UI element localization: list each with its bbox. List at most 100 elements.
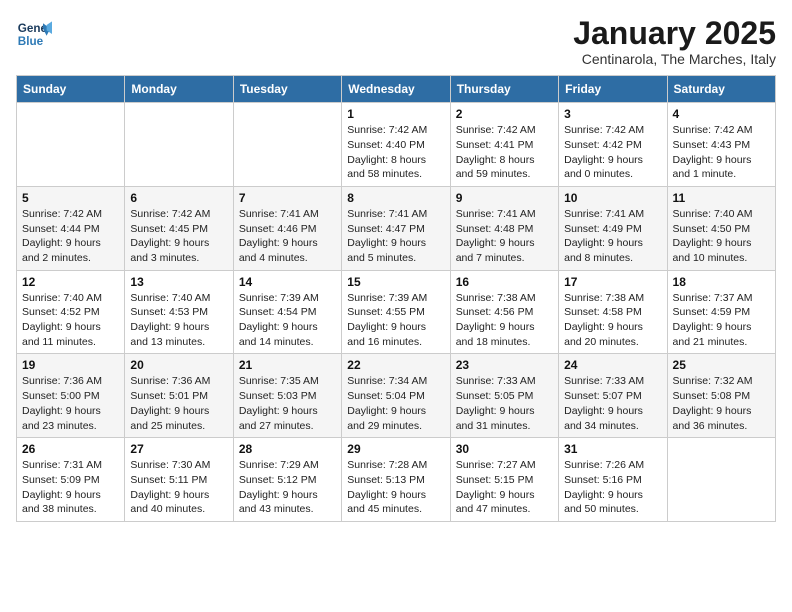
day-number: 16 [456,275,553,289]
day-number: 7 [239,191,336,205]
col-header-tuesday: Tuesday [233,76,341,103]
day-info: Sunrise: 7:38 AM Sunset: 4:56 PM Dayligh… [456,291,553,350]
day-number: 14 [239,275,336,289]
calendar-cell: 14 Sunrise: 7:39 AM Sunset: 4:54 PM Dayli… [233,270,341,354]
day-info: Sunrise: 7:36 AM Sunset: 5:00 PM Dayligh… [22,374,119,433]
week-row-2: 5 Sunrise: 7:42 AM Sunset: 4:44 PM Daylig… [17,186,776,270]
calendar-cell: 7 Sunrise: 7:41 AM Sunset: 4:46 PM Daylig… [233,186,341,270]
day-info: Sunrise: 7:41 AM Sunset: 4:46 PM Dayligh… [239,207,336,266]
calendar-cell: 20 Sunrise: 7:36 AM Sunset: 5:01 PM Dayli… [125,354,233,438]
col-header-saturday: Saturday [667,76,775,103]
day-number: 31 [564,442,661,456]
calendar-cell [17,103,125,187]
day-info: Sunrise: 7:41 AM Sunset: 4:49 PM Dayligh… [564,207,661,266]
day-number: 19 [22,358,119,372]
day-number: 30 [456,442,553,456]
day-number: 22 [347,358,444,372]
day-info: Sunrise: 7:28 AM Sunset: 5:13 PM Dayligh… [347,458,444,517]
logo-icon: General Blue [16,16,52,52]
calendar-cell: 23 Sunrise: 7:33 AM Sunset: 5:05 PM Dayli… [450,354,558,438]
calendar-cell: 17Sunrise: 7:38 AM Sunset: 4:58 PM Dayli… [559,270,667,354]
day-info: Sunrise: 7:35 AM Sunset: 5:03 PM Dayligh… [239,374,336,433]
header-row: SundayMondayTuesdayWednesdayThursdayFrid… [17,76,776,103]
day-number: 11 [673,191,770,205]
calendar-cell: 25 Sunrise: 7:32 AM Sunset: 5:08 PM Dayli… [667,354,775,438]
calendar-cell: 29 Sunrise: 7:28 AM Sunset: 5:13 PM Dayli… [342,438,450,522]
day-number: 10 [564,191,661,205]
page-header: General Blue January 2025 Centinarola, T… [16,16,776,67]
week-row-1: 1 Sunrise: 7:42 AM Sunset: 4:40 PM Daylig… [17,103,776,187]
day-info: Sunrise: 7:42 AM Sunset: 4:40 PM Dayligh… [347,123,444,182]
calendar-cell: 8 Sunrise: 7:41 AM Sunset: 4:47 PM Daylig… [342,186,450,270]
day-number: 3 [564,107,661,121]
day-info: Sunrise: 7:37 AM Sunset: 4:59 PM Dayligh… [673,291,770,350]
calendar-cell: 2Sunrise: 7:42 AM Sunset: 4:41 PM Daylig… [450,103,558,187]
day-number: 12 [22,275,119,289]
calendar-cell: 3Sunrise: 7:42 AM Sunset: 4:42 PM Daylig… [559,103,667,187]
calendar-body: 1 Sunrise: 7:42 AM Sunset: 4:40 PM Daylig… [17,103,776,522]
calendar-cell: 26Sunrise: 7:31 AM Sunset: 5:09 PM Dayli… [17,438,125,522]
calendar-cell: 4 Sunrise: 7:42 AM Sunset: 4:43 PM Daylig… [667,103,775,187]
calendar-cell: 28 Sunrise: 7:29 AM Sunset: 5:12 PM Dayli… [233,438,341,522]
calendar-cell: 27 Sunrise: 7:30 AM Sunset: 5:11 PM Dayli… [125,438,233,522]
calendar-cell: 13 Sunrise: 7:40 AM Sunset: 4:53 PM Dayli… [125,270,233,354]
calendar-cell: 22 Sunrise: 7:34 AM Sunset: 5:04 PM Dayli… [342,354,450,438]
day-info: Sunrise: 7:41 AM Sunset: 4:47 PM Dayligh… [347,207,444,266]
day-info: Sunrise: 7:40 AM Sunset: 4:52 PM Dayligh… [22,291,119,350]
day-number: 29 [347,442,444,456]
day-info: Sunrise: 7:29 AM Sunset: 5:12 PM Dayligh… [239,458,336,517]
day-info: Sunrise: 7:38 AM Sunset: 4:58 PM Dayligh… [564,291,661,350]
day-number: 1 [347,107,444,121]
calendar-cell [233,103,341,187]
week-row-3: 12 Sunrise: 7:40 AM Sunset: 4:52 PM Dayli… [17,270,776,354]
day-number: 5 [22,191,119,205]
calendar-cell: 16 Sunrise: 7:38 AM Sunset: 4:56 PM Dayli… [450,270,558,354]
week-row-5: 26Sunrise: 7:31 AM Sunset: 5:09 PM Dayli… [17,438,776,522]
calendar-cell: 10 Sunrise: 7:41 AM Sunset: 4:49 PM Dayli… [559,186,667,270]
calendar-header: SundayMondayTuesdayWednesdayThursdayFrid… [17,76,776,103]
calendar-cell: 21 Sunrise: 7:35 AM Sunset: 5:03 PM Dayli… [233,354,341,438]
month-title: January 2025 [573,16,776,51]
calendar-cell: 5 Sunrise: 7:42 AM Sunset: 4:44 PM Daylig… [17,186,125,270]
day-number: 4 [673,107,770,121]
day-info: Sunrise: 7:42 AM Sunset: 4:45 PM Dayligh… [130,207,227,266]
day-number: 20 [130,358,227,372]
day-info: Sunrise: 7:33 AM Sunset: 5:05 PM Dayligh… [456,374,553,433]
day-info: Sunrise: 7:39 AM Sunset: 4:54 PM Dayligh… [239,291,336,350]
calendar-cell: 9 Sunrise: 7:41 AM Sunset: 4:48 PM Daylig… [450,186,558,270]
day-info: Sunrise: 7:31 AM Sunset: 5:09 PM Dayligh… [22,458,119,517]
day-info: Sunrise: 7:42 AM Sunset: 4:44 PM Dayligh… [22,207,119,266]
day-info: Sunrise: 7:33 AM Sunset: 5:07 PM Dayligh… [564,374,661,433]
calendar-cell: 19 Sunrise: 7:36 AM Sunset: 5:00 PM Dayli… [17,354,125,438]
day-number: 9 [456,191,553,205]
day-info: Sunrise: 7:40 AM Sunset: 4:53 PM Dayligh… [130,291,227,350]
calendar-cell: 18 Sunrise: 7:37 AM Sunset: 4:59 PM Dayli… [667,270,775,354]
day-info: Sunrise: 7:30 AM Sunset: 5:11 PM Dayligh… [130,458,227,517]
col-header-sunday: Sunday [17,76,125,103]
col-header-wednesday: Wednesday [342,76,450,103]
day-info: Sunrise: 7:39 AM Sunset: 4:55 PM Dayligh… [347,291,444,350]
calendar-cell: 31 Sunrise: 7:26 AM Sunset: 5:16 PM Dayli… [559,438,667,522]
day-info: Sunrise: 7:42 AM Sunset: 4:43 PM Dayligh… [673,123,770,182]
col-header-friday: Friday [559,76,667,103]
day-number: 28 [239,442,336,456]
day-info: Sunrise: 7:32 AM Sunset: 5:08 PM Dayligh… [673,374,770,433]
day-number: 23 [456,358,553,372]
calendar-cell: 11Sunrise: 7:40 AM Sunset: 4:50 PM Dayli… [667,186,775,270]
day-number: 13 [130,275,227,289]
day-info: Sunrise: 7:41 AM Sunset: 4:48 PM Dayligh… [456,207,553,266]
day-number: 21 [239,358,336,372]
day-number: 25 [673,358,770,372]
day-number: 6 [130,191,227,205]
location-subtitle: Centinarola, The Marches, Italy [573,51,776,67]
day-number: 27 [130,442,227,456]
calendar-table: SundayMondayTuesdayWednesdayThursdayFrid… [16,75,776,522]
day-info: Sunrise: 7:36 AM Sunset: 5:01 PM Dayligh… [130,374,227,433]
day-number: 18 [673,275,770,289]
day-number: 8 [347,191,444,205]
day-info: Sunrise: 7:26 AM Sunset: 5:16 PM Dayligh… [564,458,661,517]
day-info: Sunrise: 7:42 AM Sunset: 4:41 PM Dayligh… [456,123,553,182]
col-header-thursday: Thursday [450,76,558,103]
col-header-monday: Monday [125,76,233,103]
day-info: Sunrise: 7:34 AM Sunset: 5:04 PM Dayligh… [347,374,444,433]
